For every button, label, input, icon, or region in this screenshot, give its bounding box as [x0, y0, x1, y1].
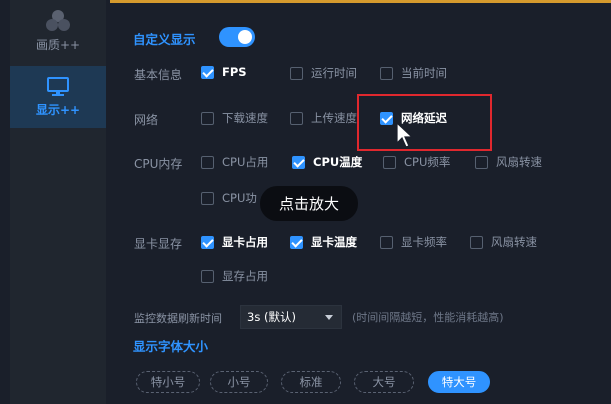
checkbox-label: 风扇转速 — [496, 155, 542, 169]
checkbox-box — [201, 191, 214, 205]
row-label-network: 网络 — [134, 113, 159, 127]
checkbox-cpu-power[interactable]: CPU功 — [201, 190, 257, 206]
row-label-basic: 基本信息 — [134, 68, 183, 82]
settings-panel: 自定义显示 基本信息 FPS 运行时间 当前时间 网络 下载速度 上传速度 网络… — [112, 3, 611, 404]
checkbox-label: FPS — [222, 65, 247, 79]
sidebar-item-label: 显示++ — [35, 102, 81, 117]
toggle-knob — [238, 30, 252, 44]
checkbox-label: CPU温度 — [313, 155, 363, 169]
checkbox-label: 显卡温度 — [311, 235, 357, 249]
refresh-label: 监控数据刷新时间 — [134, 312, 222, 325]
checkbox-label: 上传速度 — [311, 111, 357, 125]
checkbox-box — [290, 66, 303, 80]
refresh-hint: (时间间隔越短，性能消耗越高) — [352, 311, 504, 324]
checkbox-fps[interactable]: FPS — [201, 65, 247, 79]
custom-display-toggle[interactable] — [219, 27, 255, 47]
font-size-title: 显示字体大小 — [133, 339, 209, 354]
checkbox-label: 下载速度 — [222, 111, 268, 125]
sidebar-item-display[interactable]: 显示++ — [10, 66, 106, 128]
checkbox-gpu-fan-speed[interactable]: 风扇转速 — [470, 234, 537, 250]
checkbox-box — [201, 235, 214, 249]
checkbox-box — [201, 269, 214, 283]
checkbox-box — [290, 235, 303, 249]
checkbox-cpu-usage[interactable]: CPU占用 — [201, 154, 268, 170]
checkbox-label: 运行时间 — [311, 66, 357, 80]
checkbox-gpu-usage[interactable]: 显卡占用 — [201, 234, 268, 250]
row-label-cpu: CPU内存 — [134, 157, 183, 171]
checkbox-current-time[interactable]: 当前时间 — [380, 65, 447, 81]
checkbox-cpu-temp[interactable]: CPU温度 — [292, 154, 362, 170]
checkbox-box — [380, 235, 393, 249]
chevron-down-icon — [325, 315, 333, 320]
zoom-tooltip: 点击放大 — [260, 186, 358, 221]
checkbox-label: CPU占用 — [222, 155, 269, 169]
checkbox-label: 显卡频率 — [401, 235, 447, 249]
checkbox-gpu-temp[interactable]: 显卡温度 — [290, 234, 357, 250]
sidebar-item-quality[interactable]: 画质++ — [10, 0, 106, 62]
checkbox-label: 风扇转速 — [491, 235, 537, 249]
checkbox-box — [201, 111, 214, 125]
custom-display-title: 自定义显示 — [133, 32, 196, 47]
font-size-option-extra-large[interactable]: 特大号 — [428, 371, 490, 393]
sidebar: 画质++ 显示++ — [10, 0, 106, 404]
checkbox-vram-usage[interactable]: 显存占用 — [201, 268, 268, 284]
checkbox-run-time[interactable]: 运行时间 — [290, 65, 357, 81]
checkbox-box — [201, 65, 214, 79]
select-value: 3s (默认) — [247, 310, 296, 324]
highlight-box — [357, 94, 492, 151]
checkbox-box — [201, 155, 214, 169]
monitor-icon — [47, 76, 69, 96]
mouse-cursor-icon — [396, 121, 414, 148]
checkbox-box — [380, 66, 393, 80]
checkbox-box — [290, 111, 303, 125]
font-size-option-small[interactable]: 小号 — [210, 371, 268, 393]
checkbox-upload-speed[interactable]: 上传速度 — [290, 110, 357, 126]
font-size-option-extra-small[interactable]: 特小号 — [136, 371, 200, 393]
cluster-icon — [46, 9, 70, 31]
checkbox-label: 显卡占用 — [222, 235, 268, 249]
checkbox-label: 当前时间 — [401, 66, 447, 80]
checkbox-gpu-freq[interactable]: 显卡频率 — [380, 234, 447, 250]
font-size-option-standard[interactable]: 标准 — [281, 371, 341, 393]
refresh-interval-select[interactable]: 3s (默认) — [240, 305, 342, 329]
checkbox-label: CPU功 — [222, 191, 257, 205]
checkbox-box — [470, 235, 483, 249]
checkbox-box — [292, 155, 305, 169]
checkbox-cpu-fan-speed[interactable]: 风扇转速 — [475, 154, 542, 170]
checkbox-download-speed[interactable]: 下载速度 — [201, 110, 268, 126]
checkbox-box — [383, 155, 396, 169]
font-size-option-large[interactable]: 大号 — [354, 371, 414, 393]
sidebar-item-label: 画质++ — [35, 37, 81, 52]
checkbox-box — [475, 155, 488, 169]
checkbox-label: 显存占用 — [222, 269, 268, 283]
row-label-gpu: 显卡显存 — [134, 237, 183, 251]
checkbox-label: CPU频率 — [404, 155, 451, 169]
checkbox-cpu-freq[interactable]: CPU频率 — [383, 154, 450, 170]
app-window: 画质++ 显示++ 自定义显示 基本信息 FPS 运行时间 当前时间 网络 下载… — [0, 0, 611, 404]
